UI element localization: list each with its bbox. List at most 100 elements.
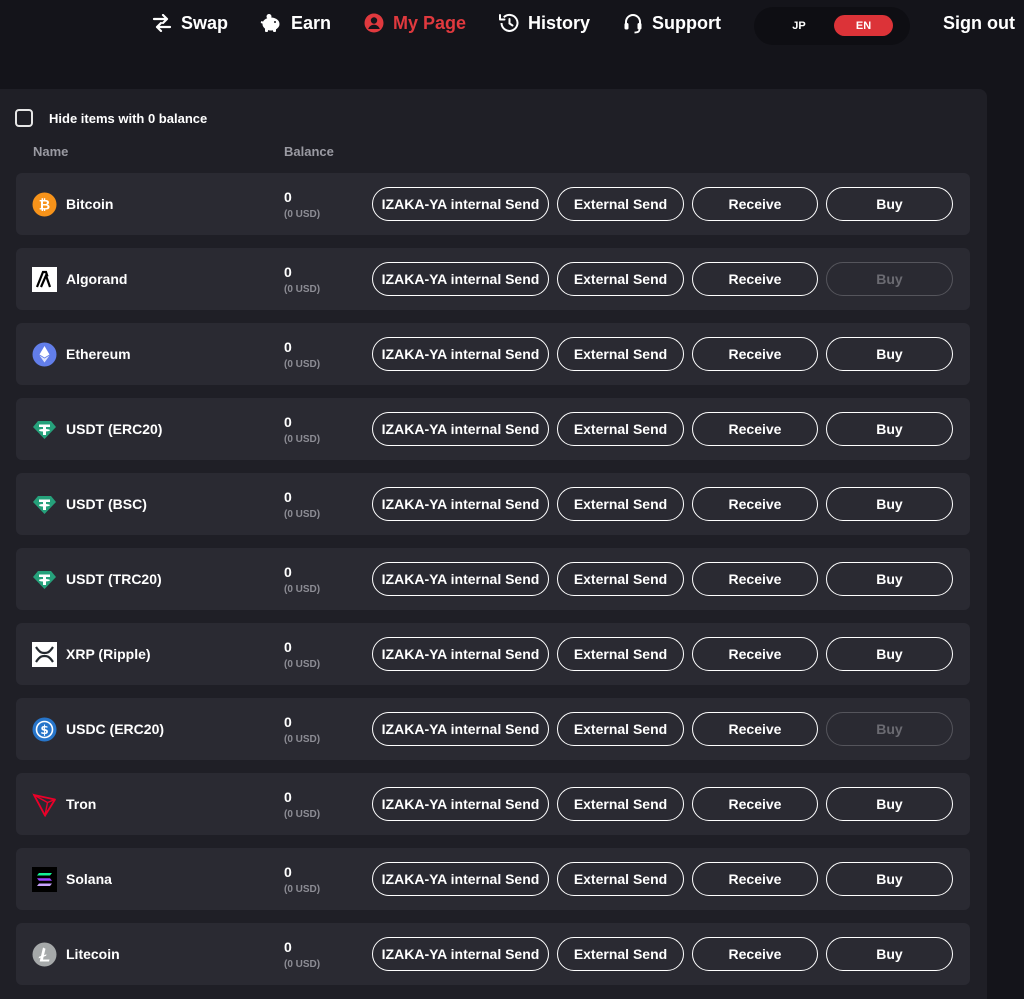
- receive-button-algorand[interactable]: Receive: [692, 262, 818, 296]
- external-send-button-usdt-bsc[interactable]: External Send: [557, 487, 684, 521]
- balance-usd: (0 USD): [284, 659, 321, 670]
- internal-send-button-usdt-erc20[interactable]: IZAKA-YA internal Send: [372, 412, 549, 446]
- external-send-button-usdt-trc20[interactable]: External Send: [557, 562, 684, 596]
- balance-usd: (0 USD): [284, 809, 321, 820]
- external-send-button-litecoin[interactable]: External Send: [557, 937, 684, 971]
- external-send-button-bitcoin[interactable]: External Send: [557, 187, 684, 221]
- external-send-button-usdt-erc20[interactable]: External Send: [557, 412, 684, 446]
- coin-name: Litecoin: [66, 946, 120, 962]
- buy-button-tron[interactable]: Buy: [826, 787, 953, 821]
- buy-button-usdt-erc20[interactable]: Buy: [826, 412, 953, 446]
- coin-name: Tron: [66, 796, 97, 812]
- balances-panel: Hide items with 0 balance Name Balance ₿…: [0, 89, 987, 999]
- hide-zero-checkbox[interactable]: [15, 109, 33, 127]
- piggy-bank-icon: [260, 13, 282, 33]
- litecoin-icon: [32, 942, 57, 967]
- internal-send-button-bitcoin[interactable]: IZAKA-YA internal Send: [372, 187, 549, 221]
- balance-amount: 0: [284, 339, 292, 355]
- buy-button-usdt-bsc[interactable]: Buy: [826, 487, 953, 521]
- internal-send-button-litecoin[interactable]: IZAKA-YA internal Send: [372, 937, 549, 971]
- balance-amount: 0: [284, 564, 292, 580]
- language-switch: JP EN: [754, 7, 910, 45]
- receive-button-usdc-erc20[interactable]: Receive: [692, 712, 818, 746]
- table-row: USDT (BSC) 0 (0 USD) IZAKA-YA internal Send…: [16, 473, 970, 535]
- balance-amount: 0: [284, 939, 292, 955]
- nav-earn-label: Earn: [291, 12, 332, 33]
- balance-usd: (0 USD): [284, 959, 321, 970]
- xrp-icon: [32, 642, 57, 667]
- coin-name: USDT (BSC): [66, 496, 147, 512]
- table-row: USDT (TRC20) 0 (0 USD) IZAKA-YA internal Se…: [16, 548, 970, 610]
- balance-usd: (0 USD): [284, 584, 321, 595]
- sign-out-link[interactable]: Sign out: [943, 10, 1015, 36]
- external-send-button-ethereum[interactable]: External Send: [557, 337, 684, 371]
- hide-zero-balance-toggle[interactable]: Hide items with 0 balance: [15, 107, 207, 129]
- coin-name: USDC (ERC20): [66, 721, 165, 737]
- lang-en-button[interactable]: EN: [834, 15, 893, 36]
- internal-send-button-algorand[interactable]: IZAKA-YA internal Send: [372, 262, 549, 296]
- coin-name: Solana: [66, 871, 112, 887]
- balance-usd: (0 USD): [284, 434, 321, 445]
- tron-icon: [32, 792, 57, 817]
- internal-send-button-tron[interactable]: IZAKA-YA internal Send: [372, 787, 549, 821]
- balance-usd: (0 USD): [284, 284, 321, 295]
- receive-button-litecoin[interactable]: Receive: [692, 937, 818, 971]
- buy-button-ethereum[interactable]: Buy: [826, 337, 953, 371]
- internal-send-button-ethereum[interactable]: IZAKA-YA internal Send: [372, 337, 549, 371]
- external-send-button-solana[interactable]: External Send: [557, 862, 684, 896]
- internal-send-button-usdt-bsc[interactable]: IZAKA-YA internal Send: [372, 487, 549, 521]
- user-circle-icon: [364, 13, 384, 33]
- column-header-name: Name: [33, 144, 69, 159]
- receive-button-usdt-trc20[interactable]: Receive: [692, 562, 818, 596]
- coin-name: Algorand: [66, 271, 128, 287]
- nav-swap-label: Swap: [181, 12, 229, 33]
- balance-amount: 0: [284, 489, 292, 505]
- buy-button-solana[interactable]: Buy: [826, 862, 953, 896]
- balance-amount: 0: [284, 414, 292, 430]
- hide-zero-label: Hide items with 0 balance: [49, 110, 208, 126]
- external-send-button-xrp-ripple[interactable]: External Send: [557, 637, 684, 671]
- table-row: Tron 0 (0 USD) IZAKA-YA internal Send Extern…: [16, 773, 970, 835]
- headset-icon: [623, 13, 643, 34]
- internal-send-button-usdc-erc20[interactable]: IZAKA-YA internal Send: [372, 712, 549, 746]
- table-row: Litecoin 0 (0 USD) IZAKA-YA internal Send Ex…: [16, 923, 970, 985]
- table-row: USDT (ERC20) 0 (0 USD) IZAKA-YA internal Se…: [16, 398, 970, 460]
- lang-jp-button[interactable]: JP: [774, 15, 824, 36]
- buy-button-usdt-trc20[interactable]: Buy: [826, 562, 953, 596]
- buy-button-bitcoin[interactable]: Buy: [826, 187, 953, 221]
- nav-support[interactable]: Support: [623, 9, 721, 37]
- nav-mypage[interactable]: My Page: [364, 9, 466, 37]
- external-send-button-algorand[interactable]: External Send: [557, 262, 684, 296]
- receive-button-ethereum[interactable]: Receive: [692, 337, 818, 371]
- balance-usd: (0 USD): [284, 209, 321, 220]
- tether-icon: [32, 567, 57, 592]
- nav-earn[interactable]: Earn: [260, 9, 331, 37]
- nav-history[interactable]: History: [498, 9, 590, 37]
- receive-button-usdt-bsc[interactable]: Receive: [692, 487, 818, 521]
- buy-button-xrp-ripple[interactable]: Buy: [826, 637, 953, 671]
- receive-button-usdt-erc20[interactable]: Receive: [692, 412, 818, 446]
- external-send-button-tron[interactable]: External Send: [557, 787, 684, 821]
- nav-history-label: History: [528, 12, 591, 33]
- receive-button-bitcoin[interactable]: Receive: [692, 187, 818, 221]
- receive-button-tron[interactable]: Receive: [692, 787, 818, 821]
- internal-send-button-usdt-trc20[interactable]: IZAKA-YA internal Send: [372, 562, 549, 596]
- table-row: XRP (Ripple) 0 (0 USD) IZAKA-YA internal Se…: [16, 623, 970, 685]
- table-row: ₿ Bitcoin 0 (0 USD) IZAKA-YA internal Send Ex…: [16, 173, 970, 235]
- balance-amount: 0: [284, 639, 292, 655]
- buy-button-litecoin[interactable]: Buy: [826, 937, 953, 971]
- balance-amount: 0: [284, 264, 292, 280]
- receive-button-xrp-ripple[interactable]: Receive: [692, 637, 818, 671]
- coin-name: USDT (ERC20): [66, 421, 163, 437]
- nav-swap[interactable]: Swap: [152, 9, 228, 37]
- coin-name: Bitcoin: [66, 196, 114, 212]
- swap-arrows-icon: [152, 14, 172, 32]
- internal-send-button-solana[interactable]: IZAKA-YA internal Send: [372, 862, 549, 896]
- nav-support-label: Support: [652, 12, 721, 33]
- receive-button-solana[interactable]: Receive: [692, 862, 818, 896]
- external-send-button-usdc-erc20[interactable]: External Send: [557, 712, 684, 746]
- internal-send-button-xrp-ripple[interactable]: IZAKA-YA internal Send: [372, 637, 549, 671]
- column-header-balance: Balance: [284, 144, 334, 159]
- balance-amount: 0: [284, 714, 292, 730]
- balance-usd: (0 USD): [284, 509, 321, 520]
